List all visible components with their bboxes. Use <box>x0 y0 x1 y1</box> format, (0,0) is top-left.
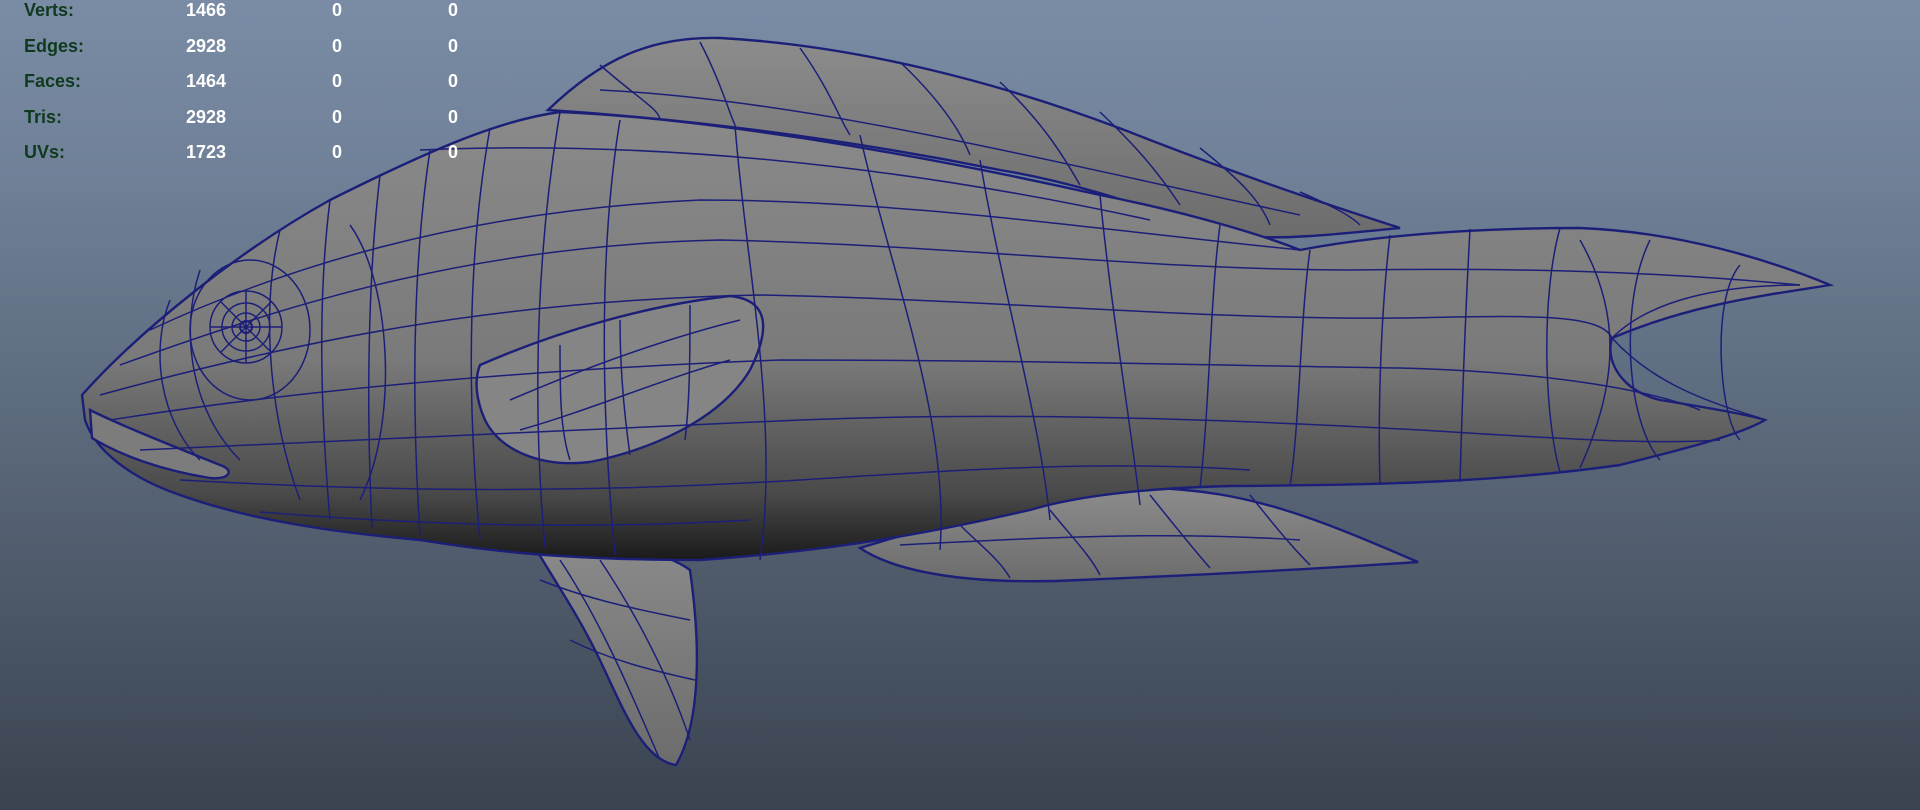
pelvic-fin <box>522 526 699 767</box>
hud-value: 0 <box>448 0 459 20</box>
hud-value: 0 <box>448 142 459 162</box>
hud-label: Verts: <box>24 0 75 20</box>
hud-value: 0 <box>448 71 459 91</box>
fish-body <box>80 110 1835 562</box>
3d-viewport[interactable]: Verts: 1466 0 0 Edges: 2928 0 0 Faces: 1… <box>0 0 1920 810</box>
hud-value: 0 <box>332 106 343 127</box>
fish-mesh[interactable] <box>0 0 1920 810</box>
hud-label: UVs: <box>24 142 66 162</box>
hud-value: 0 <box>448 106 459 127</box>
hud-value: 1723 <box>186 142 227 162</box>
hud-label: Edges: <box>24 35 85 56</box>
hud-value: 2928 <box>186 35 227 56</box>
hud-value: 0 <box>332 142 343 162</box>
hud-value: 1464 <box>186 71 227 91</box>
hud-value: 0 <box>332 35 343 56</box>
hud-value: 2928 <box>186 106 227 127</box>
hud-value: 0 <box>332 71 343 91</box>
hud-value: 0 <box>448 35 459 56</box>
hud-value: 0 <box>332 0 343 20</box>
hud-value: 1466 <box>186 0 227 20</box>
hud-label: Faces: <box>24 71 82 91</box>
hud-label: Tris: <box>24 106 63 127</box>
